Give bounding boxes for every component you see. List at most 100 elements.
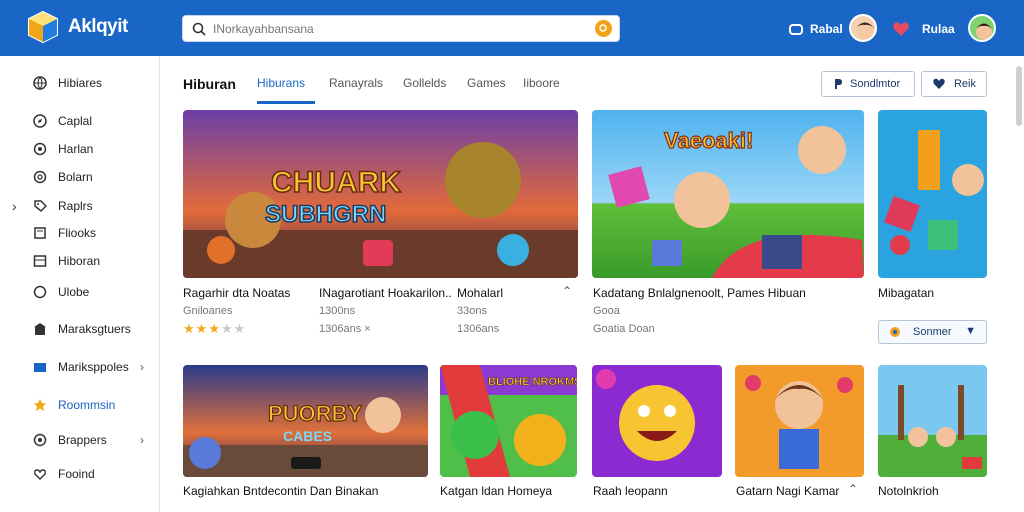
star-icon: ★ [208, 321, 221, 336]
page-title: Hiburan [183, 76, 236, 92]
sidebar-item-label: Harlan [58, 142, 94, 156]
app-name[interactable]: Aklqyit [68, 16, 128, 38]
game-card-title[interactable]: Mohalarl [457, 286, 503, 300]
game-card-title[interactable]: Gatarn Nagi Kamar [736, 484, 839, 498]
game-card-title[interactable]: Ragarhir dta Noatas [183, 286, 290, 300]
heart-icon [933, 78, 945, 89]
game-art-image [592, 365, 722, 477]
top-action-2[interactable]: Rulaa [892, 14, 955, 44]
top-bar: Aklqyit Rabal Rulaa [0, 0, 1024, 56]
sidebar-item-ulobe[interactable]: Ulobe [0, 279, 160, 305]
game-card-title[interactable]: INagarotiant Hoakarilon.. [319, 286, 452, 300]
game-thumbnail[interactable]: Vaeoaki! [592, 110, 864, 278]
sidebar-item-label: Roommsin [58, 398, 116, 412]
sidebar-item-label: Raplrs [58, 199, 93, 213]
store-icon [34, 323, 46, 335]
game-card-title[interactable]: Raah leopann [593, 484, 668, 498]
sidebar-item-raplrs[interactable]: › Raplrs [0, 193, 160, 219]
sidebar-item-hibiares[interactable]: Hibiares [0, 70, 160, 96]
shield-icon [33, 433, 47, 447]
rating-stars: ★★★★★ [183, 321, 246, 337]
game-thumbnail[interactable] [735, 365, 864, 477]
user-avatar[interactable] [968, 14, 996, 42]
sidebar: Hibiares Caplal Harlan Bolarn › Raplrs F… [0, 56, 160, 512]
game-art-image [878, 110, 987, 278]
search-input[interactable] [213, 20, 573, 38]
game-thumbnail[interactable]: CHUARK SUBHGRN [183, 110, 578, 278]
sidebar-item-label: Maraksgtuers [58, 322, 131, 336]
game-card-title[interactable]: Kagiahkan Bntdecontin Dan Binakan [183, 484, 378, 498]
sidebar-item-fooind[interactable]: Fooind [0, 461, 160, 487]
star-icon: ★ [195, 321, 209, 336]
game-art-image: Vaeoaki! [592, 110, 864, 278]
tag-icon [34, 200, 47, 213]
game-thumbnail[interactable]: PUORBY CABES [183, 365, 428, 477]
tab-iiboore[interactable]: Iiboore [523, 76, 560, 90]
thumb-title-text-1: CHUARK [271, 166, 401, 199]
star-icon: ★ [233, 321, 247, 336]
game-card-title[interactable]: Kadatang Bnlalgnenoolt, Pames Hibuan [593, 286, 806, 300]
sonmer-select[interactable]: Sonmer ▼ [878, 320, 987, 344]
sidebar-item-caplal[interactable]: Caplal [0, 108, 160, 134]
game-card-title[interactable]: Mibagatan [878, 286, 934, 300]
sidebar-item-harlan[interactable]: Harlan [0, 136, 160, 162]
avatar[interactable] [849, 14, 877, 42]
sidebar-item-fliooks[interactable]: Fliooks [0, 220, 160, 246]
game-card-subtitle: Gniloanes [183, 305, 233, 317]
thumb-title-text: Vaeoaki! [664, 128, 753, 153]
sidebar-item-label: Caplal [58, 114, 93, 128]
tab-games[interactable]: Games [467, 76, 506, 90]
game-art-image [735, 365, 864, 477]
game-thumbnail[interactable] [878, 365, 987, 477]
reik-button-label: Reik [953, 78, 976, 90]
tab-gollelds[interactable]: Gollelds [403, 76, 446, 90]
game-thumbnail[interactable]: BLIOHE NROKMS [440, 365, 577, 477]
game-card-title[interactable]: Katgan ldan Homeya [440, 484, 552, 498]
reik-button[interactable]: Reik [921, 71, 987, 97]
chevron-up-icon[interactable]: ⌃ [848, 482, 858, 496]
sidebar-item-bolarn[interactable]: Bolarn [0, 164, 160, 190]
circle-icon [33, 285, 47, 299]
sidebar-item-brappers[interactable]: Brappers › [0, 427, 160, 453]
sidebar-item-label: Hibiares [58, 76, 103, 90]
game-card-subtitle: Gooa [593, 305, 620, 317]
sonmer-select-label: Sonmer [913, 326, 952, 338]
tab-hiburans[interactable]: Hiburans [257, 76, 305, 90]
chevron-right-icon[interactable]: › [12, 198, 17, 214]
game-art-image: BLIOHE NROKMS [440, 365, 577, 477]
chevron-right-icon: › [140, 360, 144, 374]
sidebar-item-roommsin[interactable]: Roommsin [0, 392, 160, 418]
star-icon: ★ [183, 321, 196, 336]
game-card-subtitle: 33ons [457, 305, 487, 317]
compass-icon [33, 114, 47, 128]
game-art-image [878, 365, 987, 477]
game-thumbnail[interactable] [878, 110, 987, 278]
top-action-1-label: Rabal [810, 22, 843, 36]
search-icon [192, 22, 206, 36]
search-bar[interactable] [182, 15, 620, 42]
cloud-icon [789, 24, 803, 35]
chevron-right-icon: › [140, 433, 144, 447]
scrollbar-thumb[interactable] [1016, 66, 1022, 126]
sondlmtor-button-label: Sondlmtor [850, 78, 901, 90]
thumb-title-text-1: PUORBY [268, 401, 362, 426]
logo-cube-icon[interactable] [26, 10, 60, 44]
sidebar-item-label: Mariksppoles [58, 360, 129, 374]
game-card-meta: Goatia Doan [593, 323, 655, 335]
search-submit-button[interactable] [595, 20, 612, 37]
top-action-1[interactable]: Rabal [788, 14, 843, 44]
tab-ranayrals[interactable]: Ranayrals [329, 76, 383, 90]
sidebar-item-label: Brappers [58, 433, 107, 447]
game-card-subtitle: 1300ns [319, 305, 356, 317]
sidebar-item-mariksppoles[interactable]: Mariksppoles › [0, 354, 160, 380]
game-art-image: PUORBY CABES [183, 365, 428, 477]
sondlmtor-button[interactable]: Sondlmtor [821, 71, 915, 97]
sidebar-item-maraksgtuers[interactable]: Maraksgtuers [0, 316, 160, 342]
game-thumbnail[interactable] [592, 365, 722, 477]
game-card-title[interactable]: Notolnkrioh [878, 484, 939, 498]
globe-icon [33, 76, 47, 90]
chevron-up-icon[interactable]: ⌃ [562, 284, 572, 298]
thumb-title-text-2: SUBHGRN [265, 201, 386, 228]
sidebar-item-hiboran[interactable]: Hiboran [0, 248, 160, 274]
tab-bar: Hiburan Hiburans Ranayrals Gollelds Game… [160, 56, 1024, 108]
